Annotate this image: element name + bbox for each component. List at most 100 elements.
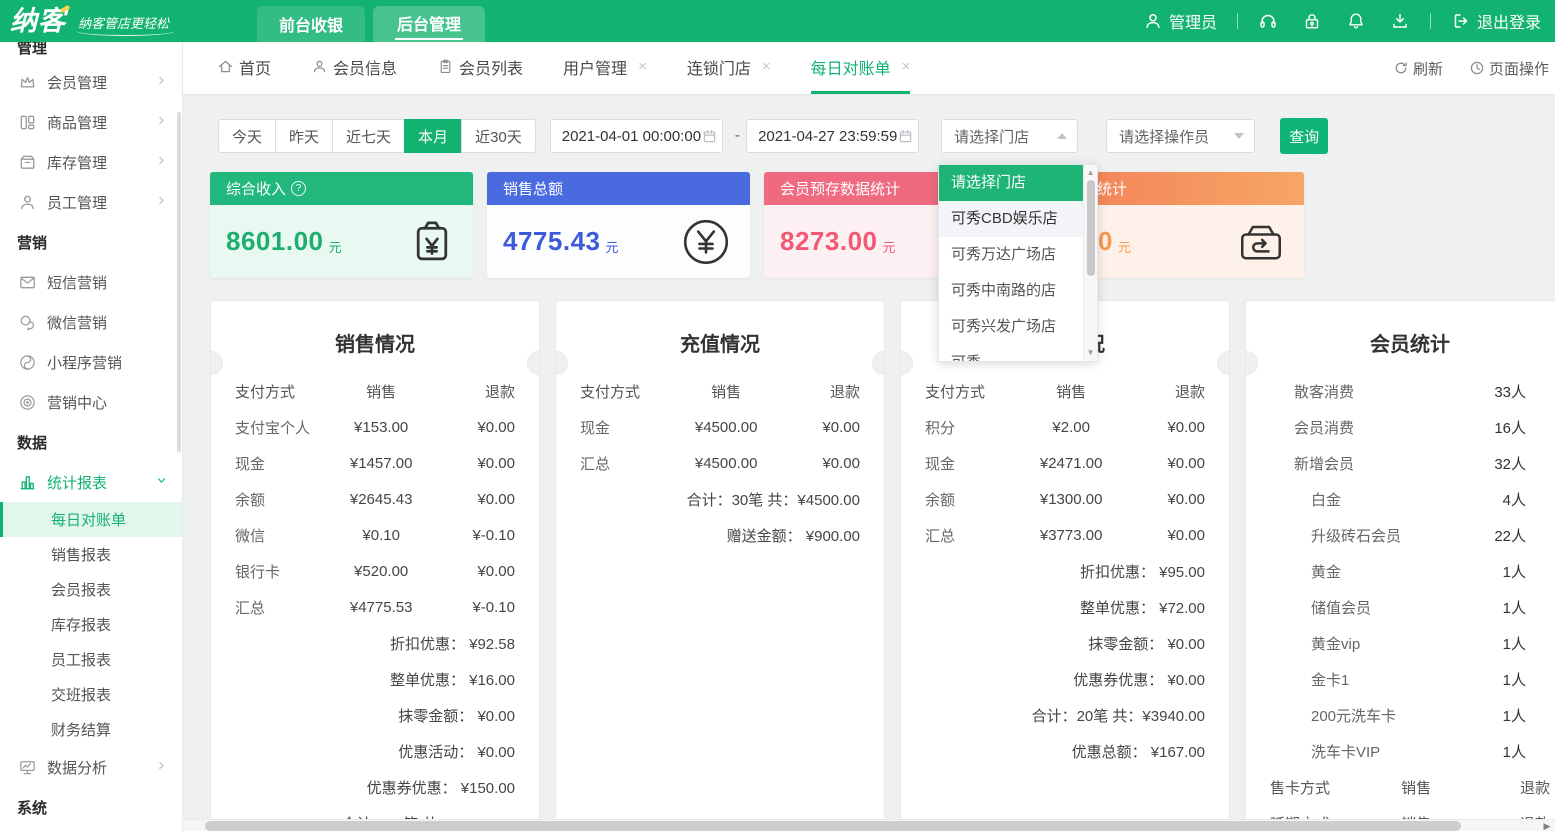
panel-summary: 合计：30笔 共：¥4500.00赠送金额： ¥900.00 [556,481,884,553]
summary-line: 折扣优惠： ¥95.00 [925,553,1205,589]
help-icon[interactable]: ? [291,181,306,196]
store-select-value: 请选择门店 [954,126,1029,147]
sidebar-subitem-销售报表[interactable]: 销售报表 [0,537,182,572]
chevron-right-icon [155,759,168,776]
home-icon [217,58,234,75]
date-to-input[interactable]: 2021-04-27 23:59:59 [746,119,919,153]
tab-label: 会员信息 [333,55,397,79]
sidebar-item-短信营销[interactable]: 短信营销 [0,262,182,302]
tab-首页[interactable]: 首页 [217,42,271,94]
sidebar-item-label: 短信营销 [47,272,107,293]
refresh-button[interactable]: 刷新 [1393,58,1443,79]
sidebar-item-label: 员工管理 [47,192,107,213]
stat-row: 升级砖石会员22人 [1270,517,1550,553]
headset-icon[interactable] [1258,11,1278,31]
sidebar-item-统计报表[interactable]: 统计报表 [0,462,182,502]
summary-line: 优惠活动： ¥0.00 [235,733,515,769]
tab-连锁门店[interactable]: 连锁门店× [687,42,771,94]
page-ops-button[interactable]: 页面操作 [1469,58,1549,79]
panel-table: 支付方式销售退款积分¥2.00¥0.00现金¥2471.00¥0.00余额¥13… [901,373,1229,553]
app-slogan: 纳客管店更轻松 [78,13,169,32]
stat-row: 金卡11人 [1270,661,1550,697]
summary-card-title: 会员预存数据统计 [780,178,900,199]
summary-line: 抹零金额： ¥0.00 [925,625,1205,661]
quick-range-本月[interactable]: 本月 [404,119,462,153]
scroll-up-arrow-icon[interactable]: ▲ [1084,167,1097,179]
stat-row: 黄金vip1人 [1270,625,1550,661]
panel-会员统计: 会员统计散客消费33人会员消费16人新增会员32人白金4人升级砖石会员22人黄金… [1245,300,1555,831]
sidebar-item-员工管理[interactable]: 员工管理 [0,182,182,222]
close-icon[interactable]: × [762,58,771,75]
stat-row: 会员消费16人 [1270,409,1550,445]
sidebar-subitem-员工报表[interactable]: 员工报表 [0,642,182,677]
sidebar-item-商品管理[interactable]: 商品管理 [0,102,182,142]
summary-card: 综合收入?8601.00元 [210,172,473,278]
lock-icon[interactable] [1302,11,1322,31]
horizontal-scrollbar-thumb[interactable] [205,821,1461,831]
goods-icon [17,113,37,132]
date-range-separator: - [735,127,740,145]
tab-会员信息[interactable]: 会员信息 [311,42,397,94]
quick-range-近30天[interactable]: 近30天 [461,119,536,153]
table-row: 现金¥2471.00¥0.00 [925,445,1205,481]
sidebar-subitem-每日对账单[interactable]: 每日对账单 [0,502,182,537]
store-option-可秀万达广场店[interactable]: 可秀万达广场店 [939,237,1083,273]
download-icon[interactable] [1390,11,1410,31]
header-nav-tab[interactable]: 前台收银 [257,6,365,42]
stat-row: 洗车卡VIP1人 [1270,733,1550,769]
sidebar-item-微信营销[interactable]: 微信营销 [0,302,182,342]
summary-line: 合计：20笔 共：¥3940.00 [925,697,1205,733]
tab-会员列表[interactable]: 会员列表 [437,42,523,94]
tab-用户管理[interactable]: 用户管理× [563,42,647,94]
bell-icon[interactable] [1346,11,1366,31]
sidebar-item-label: 微信营销 [47,312,107,333]
close-icon[interactable]: × [638,58,647,75]
close-icon[interactable]: × [902,58,911,75]
sidebar-item-库存管理[interactable]: 库存管理 [0,142,182,182]
user-menu[interactable]: 管理员 [1143,9,1217,33]
header-icons [1258,11,1410,31]
refresh-label: 刷新 [1413,58,1443,79]
miniapp-icon [17,353,37,372]
store-option-请选择门店[interactable]: 请选择门店 [939,165,1083,201]
sidebar-subitem-库存报表[interactable]: 库存报表 [0,607,182,642]
scroll-down-arrow-icon[interactable]: ▼ [1084,347,1097,359]
store-select[interactable]: 请选择门店 [941,119,1078,153]
panel-title: 会员统计 [1246,331,1555,359]
sidebar-item-会员管理[interactable]: 会员管理 [0,62,182,102]
summary-card-unit: 元 [882,227,895,256]
store-option-可秀中南路的店[interactable]: 可秀中南路的店 [939,273,1083,309]
date-from-input[interactable]: 2021-04-01 00:00:00 [550,119,723,153]
operator-select[interactable]: 请选择操作员 [1106,119,1255,153]
sidebar-subitem-财务结算[interactable]: 财务结算 [0,712,182,747]
user-name: 管理员 [1169,9,1217,33]
summary-line: 赠送金额： ¥900.00 [580,517,860,553]
store-option-可秀CBD娱乐店[interactable]: 可秀CBD娱乐店 [939,201,1083,237]
quick-range-近七天[interactable]: 近七天 [332,119,405,153]
store-option-可秀兴发广场店[interactable]: 可秀兴发广场店 [939,309,1083,345]
logout-button[interactable]: 退出登录 [1451,9,1541,33]
panel-充值情况: 充值情况支付方式销售退款现金¥4500.00¥0.00汇总¥4500.00¥0.… [555,300,885,831]
sidebar-menu: 管理会员管理商品管理库存管理员工管理营销短信营销微信营销小程序营销营销中心数据统… [0,42,182,827]
sidebar-subitem-交班报表[interactable]: 交班报表 [0,677,182,712]
header-nav-tab[interactable]: 后台管理 [373,6,485,42]
sidebar-item-小程序营销[interactable]: 小程序营销 [0,342,182,382]
sidebar-subitem-会员报表[interactable]: 会员报表 [0,572,182,607]
user-avatar-icon [1143,11,1163,31]
sidebar-scrollbar[interactable] [177,112,181,452]
quick-range-昨天[interactable]: 昨天 [275,119,333,153]
table-row: 余额¥1300.00¥0.00 [925,481,1205,517]
store-option-可秀[interactable]: 可秀 [939,345,1083,361]
header-right: 管理员 退出登录 [1143,9,1555,33]
tab-每日对账单[interactable]: 每日对账单× [811,42,911,94]
quick-range-今天[interactable]: 今天 [218,119,276,153]
sidebar-item-数据分析[interactable]: 数据分析 [0,747,182,787]
panel-消费情况: 消费情况支付方式销售退款积分¥2.00¥0.00现金¥2471.00¥0.00余… [900,300,1230,831]
sidebar-item-营销中心[interactable]: 营销中心 [0,382,182,422]
dropdown-scrollbar-thumb[interactable] [1087,180,1095,276]
summary-card-unit: 元 [1118,227,1131,256]
search-button[interactable]: 查询 [1280,118,1328,154]
sidebar-subitem-label: 员工报表 [51,649,111,670]
summary-line: 整单优惠： ¥16.00 [235,661,515,697]
scroll-right-arrow-icon[interactable]: ▶ [1541,820,1553,831]
